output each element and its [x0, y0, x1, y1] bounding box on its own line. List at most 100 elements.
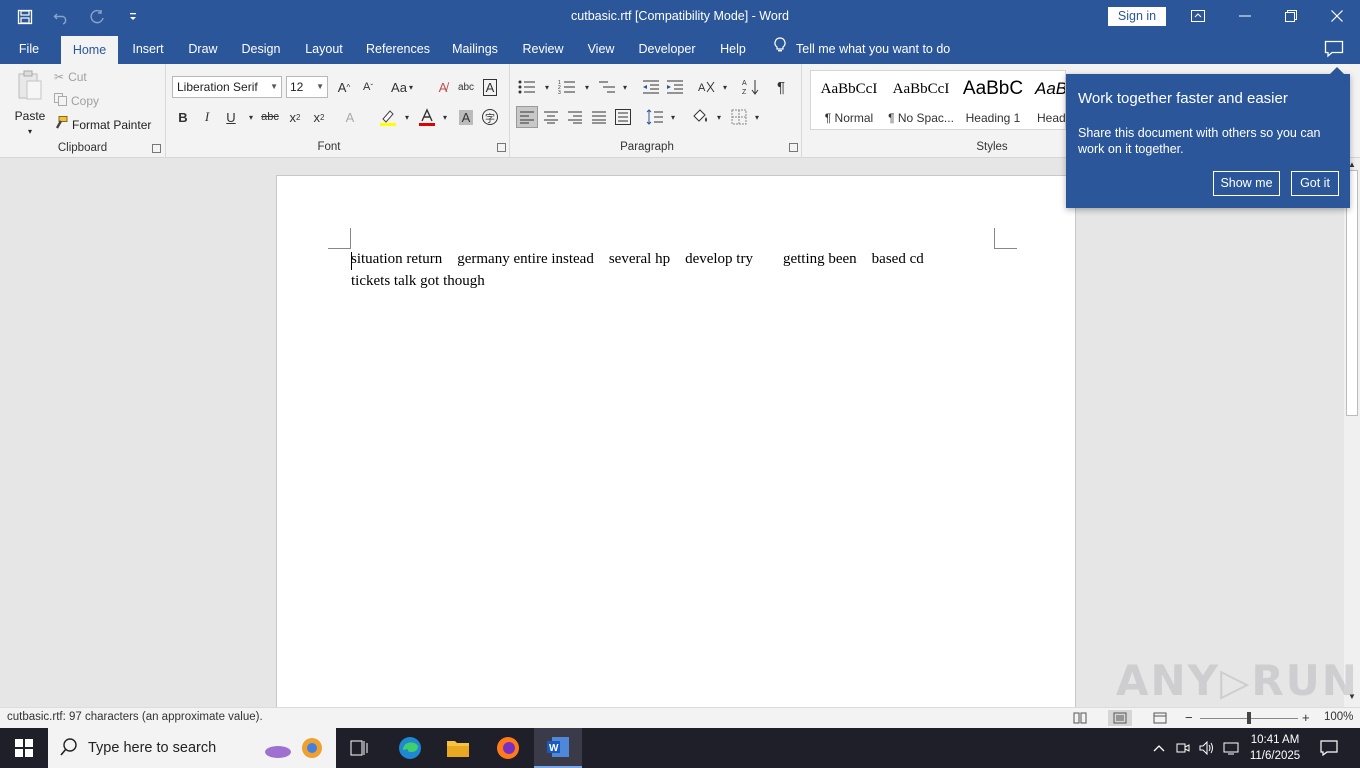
align-left-icon[interactable] — [516, 106, 538, 128]
strikethrough-icon[interactable]: abc — [259, 106, 281, 128]
clipboard-launcher-icon[interactable] — [152, 144, 161, 153]
numbering-dropdown-icon[interactable]: ▾ — [576, 76, 598, 98]
scissors-icon: ✂ — [54, 70, 65, 84]
underline-icon[interactable]: U — [220, 106, 242, 128]
superscript-icon[interactable]: x2 — [308, 106, 330, 128]
shrink-font-icon[interactable]: Aˇ — [357, 76, 379, 98]
network-icon[interactable] — [1222, 728, 1240, 768]
character-border-icon[interactable]: A — [479, 76, 501, 98]
tab-design[interactable]: Design — [234, 34, 288, 64]
grow-font-icon[interactable]: A ^ — [333, 76, 355, 98]
bullets-dropdown-icon[interactable]: ▾ — [536, 76, 558, 98]
decrease-indent-icon[interactable] — [640, 76, 662, 98]
tab-layout[interactable]: Layout — [298, 34, 350, 64]
volume-icon[interactable] — [1198, 728, 1216, 768]
highlight-dropdown-icon[interactable]: ▾ — [396, 106, 418, 128]
phonetic-guide-icon[interactable]: abc — [455, 76, 477, 98]
italic-icon[interactable]: I — [196, 106, 218, 128]
clear-formatting-icon[interactable]: A̸ — [432, 76, 454, 98]
asian-layout-dropdown-icon[interactable]: ▾ — [714, 76, 736, 98]
font-size-select[interactable]: 12 ▼ — [286, 76, 328, 98]
style-heading-2[interactable]: AaB Head — [1031, 71, 1065, 129]
copy-button[interactable]: Copy — [54, 93, 99, 109]
borders-dropdown-icon[interactable]: ▾ — [746, 106, 768, 128]
document-page[interactable]: situation return germany entire instead … — [276, 175, 1076, 707]
tab-file[interactable]: File — [8, 34, 50, 64]
taskbar-clock[interactable]: 10:41 AM 11/6/2025 — [1244, 732, 1306, 764]
tab-draw[interactable]: Draw — [182, 34, 224, 64]
tab-help[interactable]: Help — [712, 34, 754, 64]
zoom-slider-thumb[interactable] — [1247, 712, 1251, 724]
got-it-button[interactable]: Got it — [1291, 171, 1339, 196]
style-heading-1[interactable]: AaBbC Heading 1 — [957, 71, 1029, 129]
read-mode-icon[interactable] — [1068, 710, 1092, 726]
styles-gallery: AaBbCcI ¶ Normal AaBbCcI ¶ No Spac... Aa… — [810, 70, 1066, 130]
zoom-out-icon[interactable]: − — [1185, 710, 1193, 725]
font-family-select[interactable]: Liberation Serif ▼ — [172, 76, 282, 98]
bold-icon[interactable]: B — [172, 106, 194, 128]
file-explorer-icon[interactable] — [434, 728, 482, 768]
bullets-icon[interactable] — [516, 76, 538, 98]
word-app-icon[interactable]: W — [534, 728, 582, 768]
tab-mailings[interactable]: Mailings — [446, 34, 504, 64]
meet-now-icon[interactable] — [1174, 728, 1192, 768]
taskbar-search[interactable]: Type here to search — [48, 728, 336, 768]
document-line-1[interactable]: situation return germany entire instead … — [351, 251, 924, 268]
subscript-icon[interactable]: x2 — [284, 106, 306, 128]
callout-body: Share this document with others so you c… — [1078, 126, 1321, 156]
zoom-level[interactable]: 100% — [1324, 711, 1353, 723]
enclose-characters-icon[interactable]: 字 — [479, 106, 501, 128]
notifications-icon[interactable] — [1316, 728, 1342, 768]
vertical-scrollbar[interactable]: ▲ ▼ — [1344, 158, 1360, 707]
tab-developer[interactable]: Developer — [632, 34, 702, 64]
align-center-icon[interactable] — [540, 106, 562, 128]
increase-indent-icon[interactable] — [664, 76, 686, 98]
close-icon[interactable] — [1314, 0, 1360, 32]
align-right-icon[interactable] — [564, 106, 586, 128]
sign-in-button[interactable]: Sign in — [1108, 7, 1166, 26]
sort-icon[interactable]: AZ — [740, 76, 762, 98]
ribbon-display-options-icon[interactable] — [1175, 0, 1221, 32]
style-normal[interactable]: AaBbCcI ¶ Normal — [813, 71, 885, 129]
firefox-icon[interactable] — [484, 728, 532, 768]
zoom-in-icon[interactable]: + — [1302, 710, 1310, 725]
text-effects-icon[interactable]: A — [339, 106, 361, 128]
show-me-button[interactable]: Show me — [1213, 171, 1280, 196]
minimize-icon[interactable] — [1222, 0, 1268, 32]
windows-start-icon[interactable] — [0, 728, 48, 768]
distributed-icon[interactable] — [612, 106, 634, 128]
restore-icon[interactable] — [1268, 0, 1314, 32]
web-layout-icon[interactable] — [1148, 710, 1172, 726]
task-view-icon[interactable] — [336, 728, 384, 768]
paragraph-launcher-icon[interactable] — [789, 143, 798, 152]
justify-icon[interactable] — [588, 106, 610, 128]
comments-icon[interactable] — [1324, 40, 1346, 58]
multilevel-dropdown-icon[interactable]: ▾ — [614, 76, 636, 98]
line-spacing-dropdown-icon[interactable]: ▾ — [662, 106, 684, 128]
print-layout-icon[interactable] — [1108, 710, 1132, 726]
paste-button[interactable]: Paste ▾ — [12, 70, 48, 136]
show-formatting-marks-icon[interactable]: ¶ — [770, 76, 792, 98]
format-painter-button[interactable]: Format Painter — [54, 116, 151, 133]
edge-browser-icon[interactable] — [386, 728, 434, 768]
cut-button[interactable]: ✂ Cut — [54, 70, 87, 84]
style-no-spacing[interactable]: AaBbCcI ¶ No Spac... — [885, 71, 957, 129]
tell-me-search[interactable]: Tell me what you want to do — [774, 34, 950, 64]
character-shading-icon[interactable]: A — [455, 106, 477, 128]
shading-dropdown-icon[interactable]: ▾ — [708, 106, 730, 128]
copy-icon — [54, 93, 67, 109]
show-hidden-icons-icon[interactable] — [1150, 728, 1168, 768]
tab-view[interactable]: View — [582, 34, 620, 64]
document-line-2[interactable]: tickets talk got though — [351, 273, 485, 290]
tab-review[interactable]: Review — [514, 34, 572, 64]
chevron-down-icon: ▼ — [270, 82, 278, 91]
watermark-logo: ANY▷RUN — [1116, 656, 1359, 705]
font-launcher-icon[interactable] — [497, 143, 506, 152]
font-color-dropdown-icon[interactable]: ▾ — [434, 106, 456, 128]
style-normal-sample: AaBbCcI — [820, 81, 878, 97]
tab-insert[interactable]: Insert — [124, 34, 172, 64]
change-case-button[interactable]: Aa ▾ — [386, 76, 418, 98]
tab-references[interactable]: References — [360, 34, 436, 64]
tab-home[interactable]: Home — [61, 36, 118, 64]
numbering-icon[interactable]: 123 — [556, 76, 578, 98]
